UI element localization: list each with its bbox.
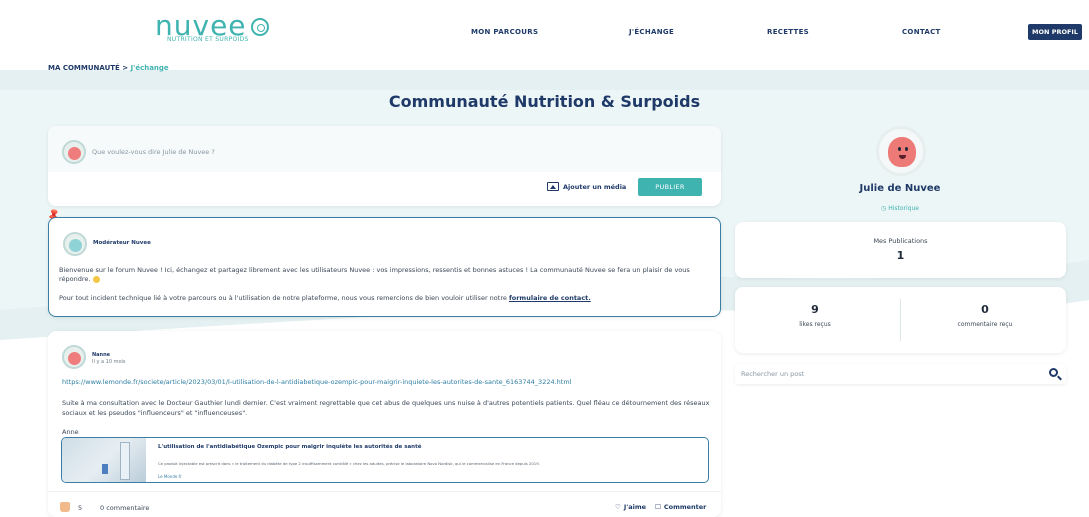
- composer-input-area[interactable]: Que voulez-vous dire Julie de Nuvee ?: [48, 126, 721, 172]
- user-avatar: [62, 140, 86, 164]
- link-preview-thumbnail: [62, 438, 146, 482]
- comment-icon: ☐: [655, 503, 661, 511]
- pinned-moderator-post: Modérateur Nuvee Bienvenue sur le forum …: [48, 217, 721, 317]
- forum-post: Nanne Il y a 10 mois https://www.lemonde…: [48, 331, 721, 517]
- like-label: J'aime: [623, 503, 647, 511]
- post-text: Suite à ma consultation avec le Docteur …: [62, 399, 710, 417]
- breadcrumb-separator: >: [122, 64, 129, 72]
- top-header: nuvee NUTRITION ET SURPOIDS MON PARCOURS…: [0, 0, 1089, 60]
- publications-count: 1: [896, 249, 905, 262]
- pinned-welcome-content: Bienvenue sur le forum Nuvee ! Ici, écha…: [59, 266, 690, 283]
- smile-emoji-icon: [92, 275, 100, 283]
- profile-avatar[interactable]: [876, 126, 926, 176]
- search-icon[interactable]: [1049, 368, 1058, 377]
- clock-icon: ◷: [881, 205, 887, 212]
- add-media-button[interactable]: Ajouter un média: [547, 182, 626, 191]
- link-preview-card[interactable]: L'utilisation de l'antidiabétique Ozempi…: [61, 437, 709, 483]
- breadcrumb-parent[interactable]: MA COMMUNAUTÉ: [48, 64, 120, 72]
- likes-received-count: 9: [811, 303, 819, 316]
- mon-profil-button[interactable]: MON PROFIL: [1028, 24, 1082, 40]
- breadcrumb: MA COMMUNAUTÉ > J'échange: [48, 64, 169, 72]
- add-media-label: Ajouter un média: [563, 182, 627, 191]
- history-link[interactable]: ◷ Historique: [820, 205, 980, 212]
- post-footer: 5 0 commentaire ♡ J'aime ☐ Commenter: [48, 491, 721, 517]
- comment-label: Commenter: [663, 503, 707, 511]
- nav-jechange[interactable]: J'ÉCHANGE: [629, 28, 674, 36]
- likes-received-label: likes reçus: [799, 321, 831, 328]
- contact-form-link[interactable]: formulaire de contact.: [509, 294, 591, 302]
- history-label: Historique: [888, 205, 919, 212]
- post-signature: Anne: [62, 428, 79, 436]
- post-author[interactable]: Nanne: [92, 352, 110, 358]
- publications-label: Mes Publications: [873, 237, 928, 245]
- breadcrumb-current: J'échange: [130, 64, 169, 72]
- post-url-link[interactable]: https://www.lemonde.fr/societe/article/2…: [62, 378, 571, 386]
- logo-subtitle: NUTRITION ET SURPOIDS: [167, 36, 249, 43]
- comments-count[interactable]: 0 commentaire: [100, 504, 149, 512]
- like-button[interactable]: ♡ J'aime: [615, 503, 646, 511]
- nav-contact[interactable]: CONTACT: [902, 28, 941, 36]
- link-preview-source: Le Monde.fr: [158, 474, 182, 479]
- moderator-avatar: [63, 232, 87, 256]
- stats-card: 9 likes reçus 0 commentaire reçu: [735, 287, 1066, 353]
- publish-button[interactable]: PUBLIER: [638, 178, 702, 196]
- publications-card: Mes Publications 1: [735, 222, 1066, 278]
- post-time: Il y a 10 mois: [92, 359, 126, 365]
- page-title: Communauté Nutrition & Surpoids: [388, 92, 701, 111]
- post-search: [735, 364, 1066, 384]
- link-preview-title: L'utilisation de l'antidiabétique Ozempi…: [158, 444, 422, 450]
- thumbs-up-icon: [60, 502, 70, 512]
- comments-received-count: 0: [981, 303, 989, 316]
- stats-divider: [900, 299, 901, 341]
- nav-recettes[interactable]: RECETTES: [767, 28, 809, 36]
- comment-button[interactable]: ☐ Commenter: [655, 503, 706, 511]
- pinned-welcome-text: Bienvenue sur le forum Nuvee ! Ici, écha…: [59, 266, 714, 284]
- heart-icon: ♡: [615, 503, 621, 511]
- link-preview-description: Ce produit injectable est prescrit dans …: [158, 461, 540, 466]
- image-icon: [547, 182, 559, 191]
- profile-name: Julie de Nuvee: [859, 183, 941, 194]
- likes-count: 5: [78, 504, 83, 512]
- author-avatar: [62, 345, 86, 369]
- post-composer: Que voulez-vous dire Julie de Nuvee ? Aj…: [48, 126, 721, 206]
- pinned-contact-content: Pour tout incident technique lié à votre…: [59, 294, 507, 302]
- composer-placeholder[interactable]: Que voulez-vous dire Julie de Nuvee ?: [92, 148, 215, 156]
- search-input[interactable]: [741, 367, 1041, 381]
- moderator-name[interactable]: Modérateur Nuvee: [93, 240, 151, 246]
- pinned-contact-text: Pour tout incident technique lié à votre…: [59, 294, 591, 303]
- nav-mon-parcours[interactable]: MON PARCOURS: [471, 28, 538, 36]
- comments-received-label: commentaire reçu: [957, 321, 1013, 328]
- logo-circle-icon: [250, 18, 269, 36]
